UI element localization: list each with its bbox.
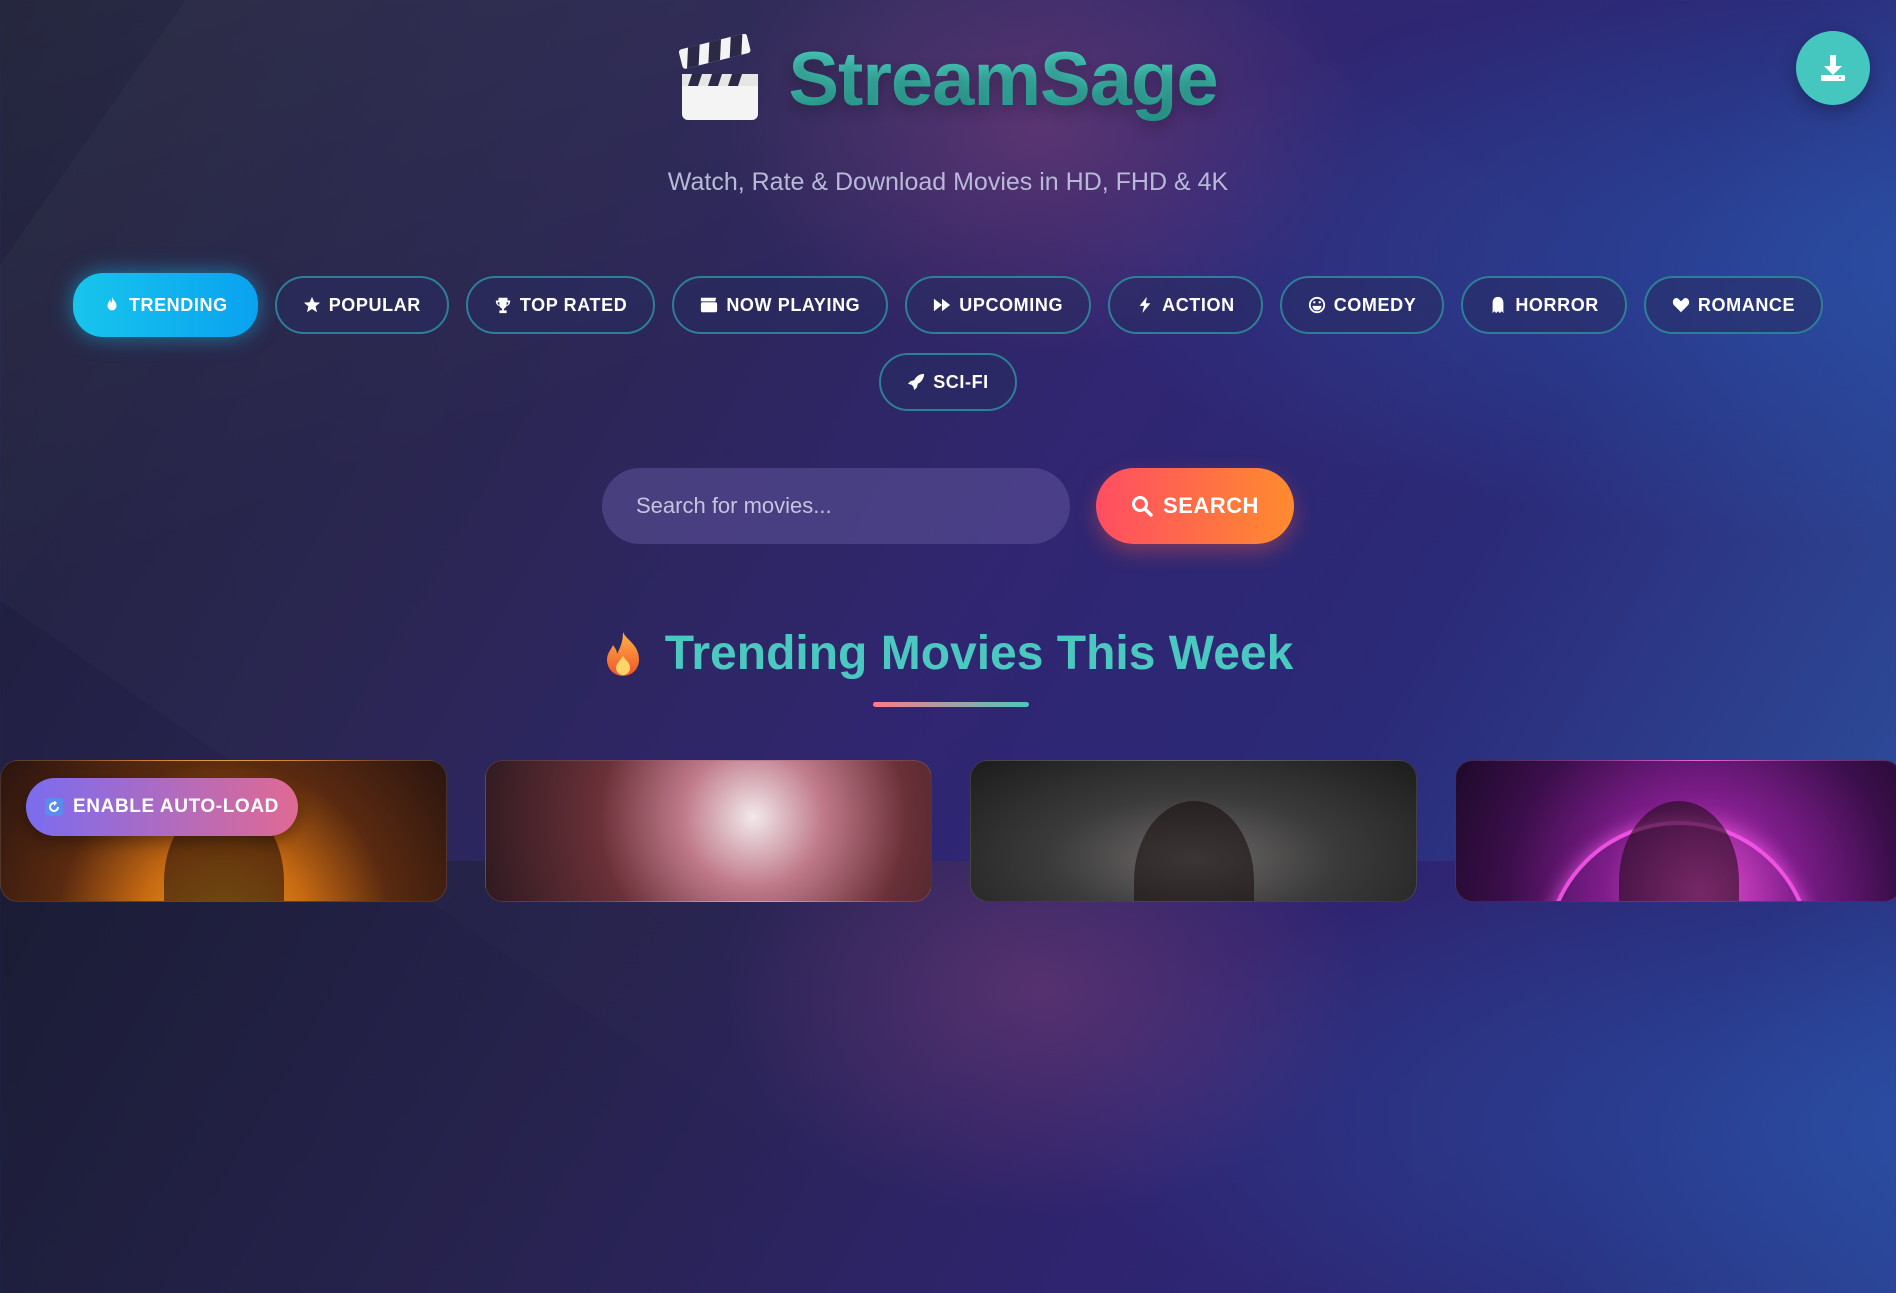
category-label: HORROR (1515, 294, 1599, 315)
movie-card[interactable] (485, 760, 932, 902)
enable-auto-load-button[interactable]: ENABLE AUTO-LOAD (26, 778, 298, 836)
category-popular[interactable]: POPULAR (274, 276, 449, 334)
category-label: POPULAR (328, 294, 421, 315)
section-underline (873, 702, 1029, 707)
star-icon (303, 296, 320, 313)
movie-poster-figure (1618, 801, 1739, 901)
auto-load-label: ENABLE AUTO-LOAD (73, 796, 279, 817)
brand[interactable]: StreamSage (678, 34, 1219, 124)
download-app-button[interactable] (1796, 31, 1870, 105)
clapperboard-icon (679, 34, 759, 120)
category-label: TRENDING (128, 294, 228, 315)
category-trending[interactable]: TRENDING (72, 273, 258, 337)
download-icon (1821, 55, 1845, 81)
brand-title: StreamSage (788, 36, 1218, 122)
category-label: ACTION (1162, 294, 1235, 315)
category-label: UPCOMING (959, 294, 1064, 315)
search-button[interactable]: SEARCH (1096, 468, 1294, 544)
section-heading: Trending Movies This Week (0, 626, 1896, 682)
film-icon (701, 297, 718, 313)
rocket-icon (908, 373, 925, 391)
category-sci-fi[interactable]: SCI-FI (879, 353, 1017, 411)
category-upcoming[interactable]: UPCOMING (905, 276, 1092, 334)
ghost-icon (1492, 296, 1504, 314)
category-label: TOP RATED (519, 294, 628, 315)
search-input[interactable] (602, 468, 1070, 544)
laugh-icon (1308, 296, 1325, 314)
bolt-icon (1139, 296, 1151, 314)
fire-icon (107, 296, 117, 311)
category-label: SCI-FI (933, 371, 989, 392)
category-label: ROMANCE (1697, 294, 1796, 315)
category-top-rated[interactable]: TOP RATED (465, 276, 656, 334)
trophy-icon (495, 297, 511, 314)
search-bar: SEARCH (0, 468, 1896, 544)
movie-card[interactable] (970, 760, 1417, 902)
movie-card[interactable] (1455, 760, 1896, 902)
section-title: Trending Movies This Week (664, 627, 1294, 680)
category-nav: TRENDING POPULAR TOP RATED NOW PLAYING U… (0, 273, 1896, 411)
search-icon (1132, 496, 1153, 517)
fast-forward-icon (934, 298, 951, 312)
category-label: NOW PLAYING (726, 294, 861, 315)
fire-emoji-icon (606, 631, 639, 676)
search-button-label: SEARCH (1163, 493, 1259, 518)
category-action[interactable]: ACTION (1108, 276, 1263, 334)
background-glow (0, 0, 1896, 861)
category-comedy[interactable]: COMEDY (1279, 276, 1445, 334)
movie-poster (1133, 801, 1254, 901)
category-horror[interactable]: HORROR (1461, 276, 1627, 334)
category-romance[interactable]: ROMANCE (1643, 276, 1824, 334)
refresh-icon (45, 798, 64, 816)
tagline: Watch, Rate & Download Movies in HD, FHD… (667, 168, 1229, 196)
heart-icon (1672, 297, 1690, 313)
category-label: COMEDY (1333, 294, 1417, 315)
category-now-playing[interactable]: NOW PLAYING (672, 276, 889, 334)
header: StreamSage (0, 34, 1896, 128)
